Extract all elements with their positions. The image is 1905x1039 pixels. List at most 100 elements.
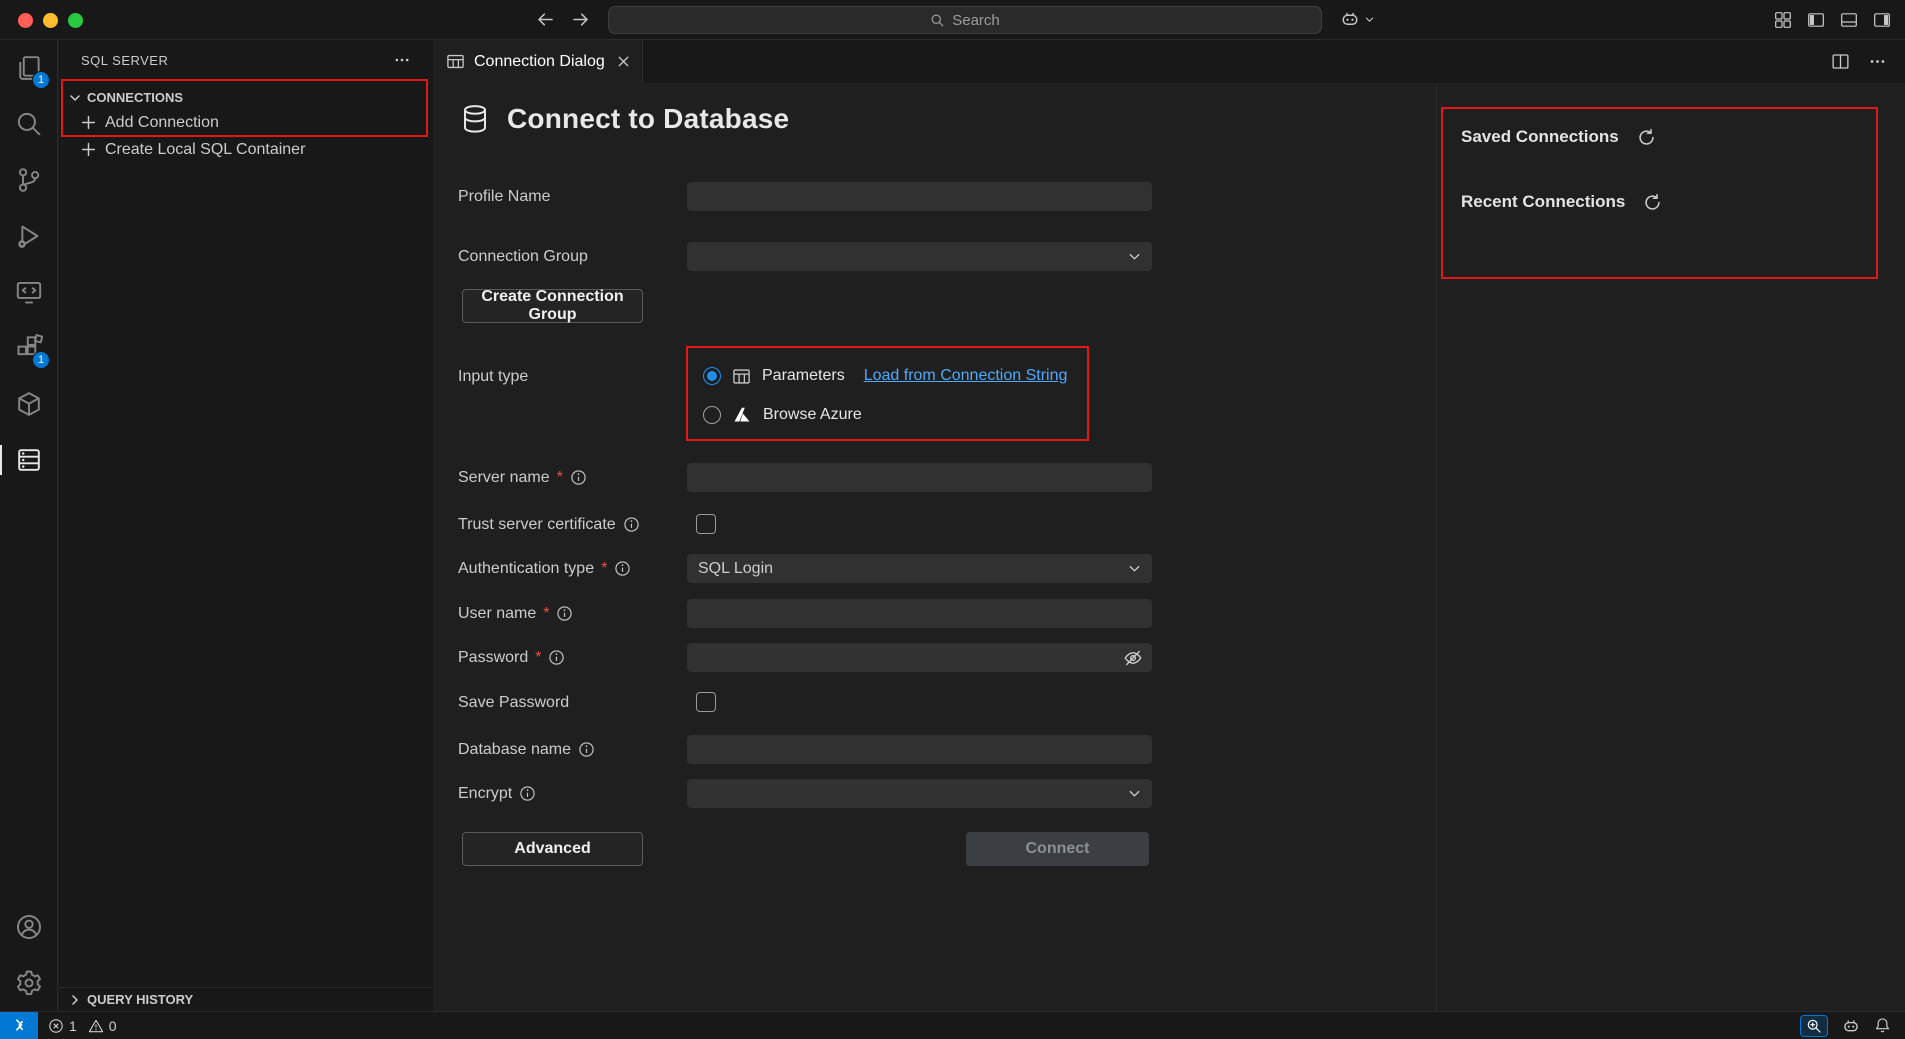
info-icon[interactable]: [623, 516, 640, 533]
sidebar-item-add-connection[interactable]: Add Connection: [59, 109, 433, 136]
sidebar-title: SQL SERVER: [81, 53, 168, 68]
extensions-badge: 1: [32, 351, 50, 369]
browse-azure-label: Browse Azure: [763, 406, 862, 424]
copilot-status-icon[interactable]: [1842, 1017, 1860, 1035]
sidebar-item-create-local-sql-container[interactable]: Create Local SQL Container: [59, 136, 433, 163]
notifications-bell-icon[interactable]: [1874, 1017, 1891, 1034]
azure-icon: [732, 405, 752, 425]
recent-connections-title: Recent Connections: [1461, 192, 1625, 212]
input-type-label: Input type: [458, 362, 528, 391]
connect-button[interactable]: Connect: [966, 832, 1149, 866]
chevron-right-icon: [67, 992, 83, 1008]
tab-label: Connection Dialog: [474, 53, 605, 71]
back-button[interactable]: [536, 10, 555, 29]
chevron-down-icon: [1127, 249, 1142, 264]
info-icon[interactable]: [570, 469, 587, 486]
database-name-input[interactable]: [687, 735, 1152, 764]
warning-count: 0: [109, 1018, 117, 1034]
split-editor-icon[interactable]: [1831, 52, 1850, 71]
trust-server-certificate-checkbox[interactable]: [696, 514, 716, 534]
sidebar-sql-server: SQL SERVER CONNECTIONS Add Connection Cr…: [59, 40, 433, 1011]
encrypt-select[interactable]: [687, 779, 1152, 808]
copilot-button[interactable]: [1340, 9, 1375, 29]
tab-bar: Connection Dialog: [433, 40, 1905, 83]
editor-area: Connection Dialog Connect to Database Pr…: [433, 40, 1905, 1011]
load-from-connection-string-link[interactable]: Load from Connection String: [864, 367, 1068, 385]
info-icon[interactable]: [556, 605, 573, 622]
input-type-browse-azure-option: Browse Azure: [703, 404, 862, 426]
refresh-icon[interactable]: [1643, 193, 1662, 212]
tab-connection-dialog[interactable]: Connection Dialog: [433, 40, 643, 83]
toggle-primary-sidebar-button[interactable]: [1807, 11, 1825, 29]
toggle-panel-button[interactable]: [1840, 11, 1858, 29]
chevron-down-icon: [67, 90, 83, 106]
search-bar[interactable]: Search: [608, 6, 1322, 34]
create-connection-group-button[interactable]: Create Connection Group: [462, 289, 643, 323]
activity-remote-explorer[interactable]: [0, 264, 57, 320]
activity-containers[interactable]: [0, 376, 57, 432]
activity-settings[interactable]: [0, 955, 57, 1011]
activity-accounts[interactable]: [0, 899, 57, 955]
status-bar: 1 0: [0, 1011, 1905, 1039]
plus-icon: [80, 141, 97, 158]
parameters-icon: [732, 367, 751, 386]
info-icon[interactable]: [614, 560, 631, 577]
window-controls: [18, 13, 83, 28]
activity-source-control[interactable]: [0, 152, 57, 208]
toggle-secondary-sidebar-button[interactable]: [1873, 11, 1891, 29]
maximize-window-button[interactable]: [68, 13, 83, 28]
server-name-input[interactable]: [687, 463, 1152, 492]
remote-icon: [11, 1017, 28, 1034]
password-label: Password*: [458, 643, 565, 672]
remote-indicator[interactable]: [0, 1012, 38, 1039]
sidebar-header: SQL SERVER: [59, 40, 433, 80]
save-password-label: Save Password: [458, 688, 569, 717]
minimize-window-button[interactable]: [43, 13, 58, 28]
more-actions-icon[interactable]: [393, 51, 411, 69]
activity-search[interactable]: [0, 96, 57, 152]
tab-actions: [1831, 40, 1905, 83]
password-input[interactable]: [687, 643, 1152, 672]
search-icon: [15, 110, 43, 138]
refresh-icon[interactable]: [1637, 128, 1656, 147]
close-icon[interactable]: [615, 53, 632, 70]
server-name-label: Server name*: [458, 463, 587, 492]
info-icon[interactable]: [578, 741, 595, 758]
titlebar: Search: [0, 0, 1905, 40]
info-icon[interactable]: [548, 649, 565, 666]
forward-button[interactable]: [571, 10, 590, 29]
query-history-section-header[interactable]: QUERY HISTORY: [59, 987, 433, 1011]
database-name-label: Database name: [458, 735, 595, 764]
user-name-input[interactable]: [687, 599, 1152, 628]
activity-run-debug[interactable]: [0, 208, 57, 264]
error-icon: [48, 1018, 64, 1034]
save-password-checkbox[interactable]: [696, 692, 716, 712]
activity-explorer[interactable]: 1: [0, 40, 57, 96]
remote-explorer-icon: [15, 278, 43, 306]
saved-connections-section: Saved Connections: [1461, 127, 1656, 147]
plus-icon: [80, 114, 97, 131]
info-icon[interactable]: [519, 785, 536, 802]
activity-extensions[interactable]: 1: [0, 320, 57, 376]
sidebar-item-label: Add Connection: [105, 114, 219, 132]
zoom-in-icon: [1806, 1018, 1822, 1034]
parameters-radio[interactable]: [703, 367, 721, 385]
problems-status[interactable]: 1 0: [38, 1018, 117, 1034]
profile-name-input[interactable]: [687, 182, 1152, 211]
close-window-button[interactable]: [18, 13, 33, 28]
connection-group-select[interactable]: [687, 242, 1152, 271]
advanced-button[interactable]: Advanced: [462, 832, 643, 866]
dialog-heading: Connect to Database: [459, 103, 789, 135]
activity-sql-server[interactable]: [0, 432, 57, 488]
chevron-down-icon: [1127, 786, 1142, 801]
customize-layout-button[interactable]: [1774, 11, 1792, 29]
zoom-status-item[interactable]: [1800, 1015, 1828, 1037]
page-title: Connect to Database: [507, 103, 789, 135]
container-cube-icon: [15, 390, 43, 418]
toggle-password-visibility-icon[interactable]: [1123, 648, 1143, 668]
recent-connections-section: Recent Connections: [1461, 192, 1662, 212]
more-actions-icon[interactable]: [1868, 52, 1887, 71]
authentication-type-select[interactable]: SQL Login: [687, 554, 1152, 583]
browse-azure-radio[interactable]: [703, 406, 721, 424]
connections-section-header[interactable]: CONNECTIONS: [59, 84, 433, 111]
